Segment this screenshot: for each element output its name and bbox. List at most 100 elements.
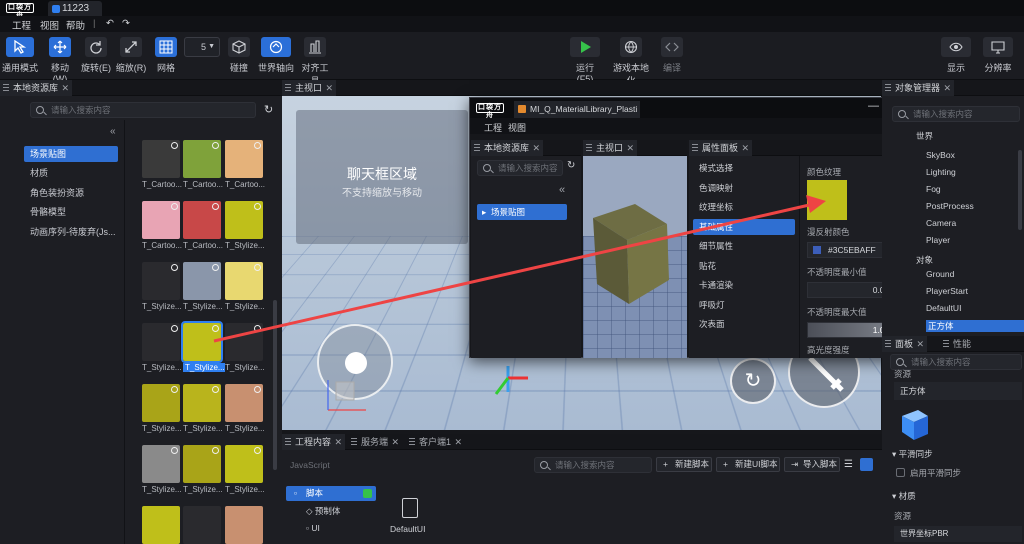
zoom-icon[interactable] <box>254 203 261 210</box>
resolution-button[interactable]: 分辨率 <box>982 37 1014 74</box>
property-category-item[interactable]: 卡通渲染 <box>693 277 795 293</box>
inner-material-tab[interactable]: MI_Q_MaterialLibrary_Plasti <box>514 101 640 118</box>
asset-thumbnail[interactable] <box>183 384 221 422</box>
inner-tab-local-assets[interactable]: 本地资源库 ✕ <box>471 140 543 156</box>
refresh-icon[interactable]: ↻ <box>264 103 273 116</box>
asset-search-input[interactable]: 请输入搜索内容 <box>30 102 256 118</box>
asset-thumbnail[interactable] <box>225 201 263 239</box>
inner-menu-project[interactable]: 工程 <box>484 121 502 134</box>
object-item[interactable]: DefaultUI <box>926 303 961 313</box>
zoom-icon[interactable] <box>212 325 219 332</box>
zoom-icon[interactable] <box>254 447 261 454</box>
object-item[interactable]: PlayerStart <box>926 286 968 296</box>
asset-thumbnail[interactable] <box>225 262 263 300</box>
section-world[interactable]: 世界 <box>916 130 933 142</box>
zoom-icon[interactable] <box>171 386 178 393</box>
tab-client[interactable]: 客户端1 ✕ <box>406 434 465 450</box>
object-search-input[interactable]: 请输入搜索内容 <box>892 106 1020 122</box>
new-ui-script-button[interactable]: + 新建UI脚本 <box>716 457 780 472</box>
menu-view[interactable]: 视图 <box>40 18 59 32</box>
object-item[interactable]: SkyBox <box>926 150 955 160</box>
grid-view-icon[interactable] <box>860 458 873 471</box>
object-scrollbar[interactable] <box>1018 150 1022 230</box>
asset-thumbnail[interactable] <box>183 201 221 239</box>
object-item[interactable]: PostProcess <box>926 201 974 211</box>
minimize-icon[interactable]: — <box>868 100 879 112</box>
category-scene-textures[interactable]: 场景贴图 <box>24 146 118 162</box>
zoom-icon[interactable] <box>254 386 261 393</box>
zoom-icon[interactable] <box>212 447 219 454</box>
tool-snap[interactable]: 碰撞 <box>226 37 252 74</box>
zoom-icon[interactable] <box>212 142 219 149</box>
asset-thumbnail[interactable] <box>142 140 180 178</box>
material-name-field[interactable]: 世界坐标PBR <box>894 526 1022 542</box>
asset-thumbnail[interactable] <box>183 140 221 178</box>
run-button[interactable]: 运行(F5) <box>568 37 602 84</box>
category-skeletal[interactable]: 骨骼模型 <box>24 204 118 220</box>
close-icon[interactable]: ✕ <box>334 434 342 450</box>
zoom-icon[interactable] <box>212 203 219 210</box>
asset-thumbnail[interactable] <box>142 384 180 422</box>
transform-gizmo[interactable] <box>488 358 528 398</box>
zoom-icon[interactable] <box>171 142 178 149</box>
smooth-sync-section[interactable]: ▾ 平滑同步 <box>892 448 933 460</box>
property-category-item[interactable]: 细节属性 <box>693 238 795 254</box>
tool-general-mode[interactable]: 通用模式 <box>2 37 38 74</box>
inner-asset-search[interactable]: 请输入搜索内容 <box>477 160 563 176</box>
zoom-icon[interactable] <box>212 264 219 271</box>
property-category-item[interactable]: 呼吸灯 <box>693 297 795 313</box>
tab-project-content[interactable]: 工程内容 ✕ <box>282 434 345 450</box>
asset-thumbnail[interactable] <box>183 445 221 483</box>
close-icon[interactable]: ✕ <box>454 434 462 450</box>
tab-server[interactable]: 服务端 ✕ <box>348 434 402 450</box>
new-script-button[interactable]: + 新建脚本 <box>656 457 712 472</box>
zoom-icon[interactable] <box>171 447 178 454</box>
tree-prefabs[interactable]: ◇ 预制体 <box>306 505 340 517</box>
collapse-icon[interactable]: « <box>110 126 116 137</box>
property-category-item[interactable]: 纹理坐标 <box>693 199 795 215</box>
asset-thumbnail[interactable] <box>225 506 263 544</box>
asset-thumbnail[interactable] <box>225 384 263 422</box>
property-category-item[interactable]: 模式选择 <box>693 160 795 176</box>
asset-thumbnail[interactable] <box>142 323 180 361</box>
inner-tab-viewport[interactable]: 主视口 ✕ <box>583 140 637 156</box>
menu-help[interactable]: 帮助 <box>66 18 85 32</box>
asset-scrollbar[interactable] <box>273 300 277 470</box>
undo-icon[interactable]: ↶ <box>106 18 114 29</box>
asset-thumbnail[interactable] <box>142 506 180 544</box>
compile-button[interactable]: 编译 <box>658 37 686 74</box>
project-search-input[interactable]: 请输入搜索内容 <box>534 457 652 473</box>
close-icon[interactable]: ✕ <box>532 140 540 156</box>
zoom-icon[interactable] <box>171 264 178 271</box>
category-animation[interactable]: 动画序列-待废弃(Js... <box>24 224 118 240</box>
color-texture-swatch[interactable] <box>807 180 847 220</box>
property-category-item[interactable]: 色调映射 <box>693 180 795 196</box>
list-view-icon[interactable]: ☰ <box>844 458 857 471</box>
tree-scripts[interactable]: ▫ 脚本 <box>286 486 376 501</box>
asset-name-field[interactable]: 正方体 <box>894 382 1022 400</box>
property-category-item[interactable]: 次表面 <box>693 316 795 332</box>
tool-world-axis[interactable]: 世界轴向 <box>258 37 294 74</box>
joystick-knob[interactable] <box>345 352 367 374</box>
zoom-icon[interactable] <box>171 203 178 210</box>
close-icon[interactable]: ✕ <box>741 140 749 156</box>
script-file-icon[interactable] <box>402 498 418 518</box>
asset-thumbnail[interactable] <box>183 506 221 544</box>
asset-thumbnail[interactable] <box>142 201 180 239</box>
close-icon[interactable]: ✕ <box>626 140 634 156</box>
inner-menu-view[interactable]: 视图 <box>508 121 526 134</box>
asset-thumbnail[interactable] <box>183 262 221 300</box>
asset-thumbnail[interactable] <box>225 140 263 178</box>
inner-tab-properties[interactable]: 属性面板 ✕ <box>689 140 752 156</box>
zoom-icon[interactable] <box>212 386 219 393</box>
category-avatar[interactable]: 角色装扮资源 <box>24 185 118 201</box>
menu-project[interactable]: 工程 <box>12 18 31 32</box>
zoom-icon[interactable] <box>254 325 261 332</box>
import-script-button[interactable]: ⇥ 导入脚本 <box>784 457 840 472</box>
tool-scale[interactable]: 缩放(R) <box>115 37 147 74</box>
close-icon[interactable]: ✕ <box>943 80 951 96</box>
property-category-item[interactable]: 基础属性 <box>693 219 795 235</box>
zoom-icon[interactable] <box>171 325 178 332</box>
tab-local-assets[interactable]: 本地资源库 ✕ <box>0 80 72 96</box>
tab-main-viewport[interactable]: 主视口 ✕ <box>282 80 336 96</box>
